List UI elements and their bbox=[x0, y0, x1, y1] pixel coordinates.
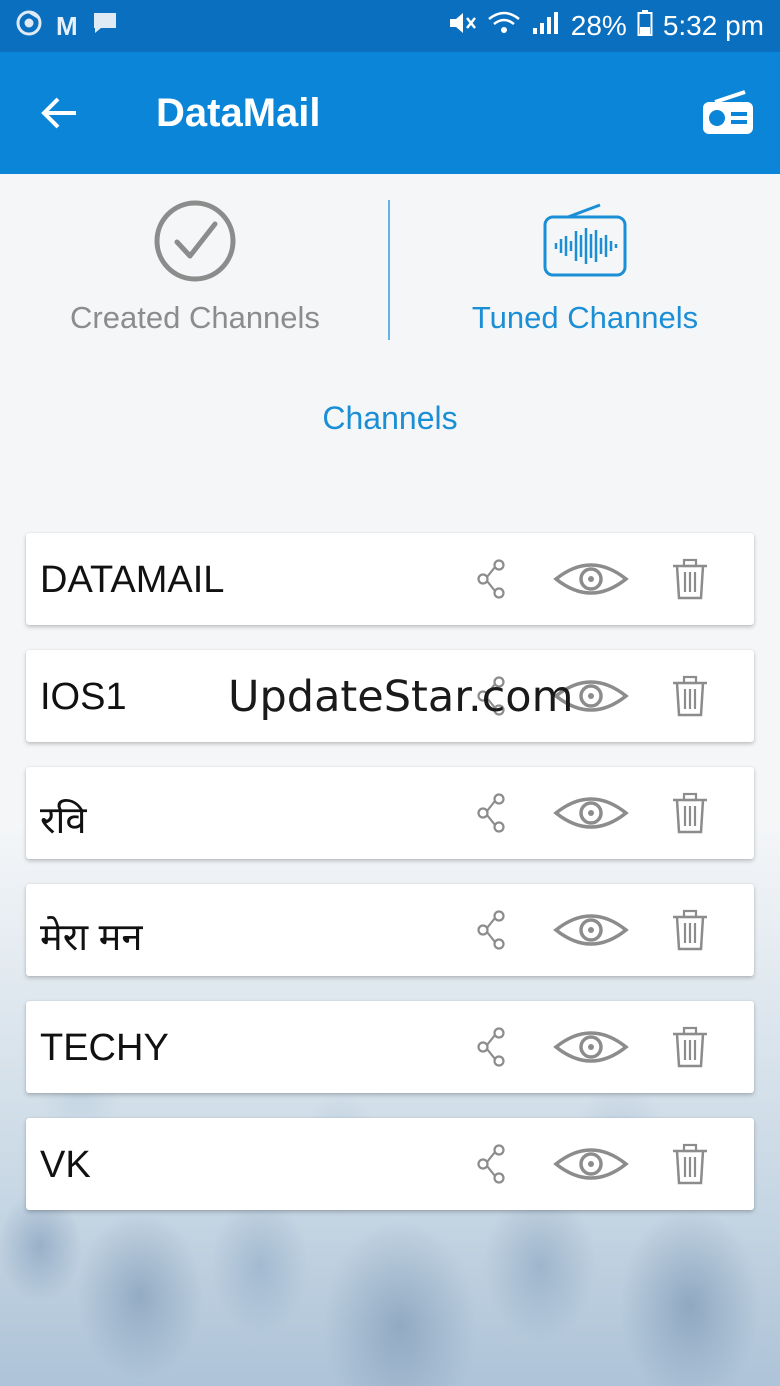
message-icon bbox=[92, 11, 118, 42]
share-button[interactable] bbox=[472, 787, 512, 839]
back-button[interactable] bbox=[30, 83, 90, 143]
m-icon: M bbox=[56, 10, 78, 41]
channels-header: Channels bbox=[0, 362, 780, 476]
trash-icon bbox=[673, 792, 707, 834]
share-icon bbox=[477, 793, 505, 833]
view-button[interactable] bbox=[552, 787, 630, 839]
status-bar: M 28% 5:32 pm bbox=[0, 0, 780, 52]
wifi-icon bbox=[487, 10, 521, 43]
delete-button[interactable] bbox=[666, 787, 714, 839]
channel-list: DATAMAIL IOS1 रवि मेरा मन TECHY VK bbox=[26, 533, 754, 1235]
share-icon bbox=[477, 910, 505, 950]
channel-name: रवि bbox=[40, 800, 87, 842]
eye-icon bbox=[553, 797, 629, 829]
tab-label: Created Channels bbox=[70, 300, 320, 335]
channel-row[interactable]: TECHY bbox=[26, 1001, 754, 1093]
page-title: DataMail bbox=[156, 90, 321, 135]
view-button[interactable] bbox=[552, 553, 630, 605]
eye-icon bbox=[553, 1148, 629, 1180]
share-icon bbox=[477, 559, 505, 599]
channel-name: IOS1 bbox=[40, 676, 127, 718]
share-button[interactable] bbox=[472, 553, 512, 605]
delete-button[interactable] bbox=[666, 1021, 714, 1073]
radio-wave-icon bbox=[543, 203, 627, 277]
trash-icon bbox=[673, 558, 707, 600]
channel-row[interactable]: DATAMAIL bbox=[26, 533, 754, 625]
channel-row[interactable]: रवि bbox=[26, 767, 754, 859]
channel-name: TECHY bbox=[40, 1027, 169, 1069]
tab-divider bbox=[388, 200, 390, 340]
share-icon bbox=[477, 1027, 505, 1067]
view-button[interactable] bbox=[552, 1021, 630, 1073]
battery-percent: 28% bbox=[570, 10, 627, 41]
share-button[interactable] bbox=[472, 904, 512, 956]
share-button[interactable] bbox=[472, 1021, 512, 1073]
watermark-text: UpdateStar.com bbox=[228, 672, 574, 722]
tab-tuned-channels[interactable]: Tuned Channels bbox=[390, 196, 780, 346]
eye-icon bbox=[553, 563, 629, 595]
share-button[interactable] bbox=[472, 1138, 512, 1190]
trash-icon bbox=[673, 909, 707, 951]
check-circle-icon bbox=[154, 200, 236, 282]
trash-icon bbox=[673, 1143, 707, 1185]
delete-button[interactable] bbox=[666, 1138, 714, 1190]
signal-icon bbox=[531, 10, 561, 43]
app-bar: DataMail bbox=[0, 52, 780, 174]
radio-icon bbox=[703, 90, 753, 134]
channel-row[interactable]: VK bbox=[26, 1118, 754, 1210]
eye-icon bbox=[553, 914, 629, 946]
chrome-icon bbox=[16, 10, 42, 43]
battery-icon bbox=[637, 9, 653, 44]
view-button[interactable] bbox=[552, 1138, 630, 1190]
back-arrow-icon bbox=[41, 97, 76, 129]
mute-icon bbox=[447, 10, 477, 43]
radio-button[interactable] bbox=[700, 89, 756, 137]
view-button[interactable] bbox=[552, 904, 630, 956]
trash-icon bbox=[673, 1026, 707, 1068]
tab-created-channels[interactable]: Created Channels bbox=[0, 196, 390, 346]
tab-label: Tuned Channels bbox=[471, 300, 699, 335]
clock: 5:32 pm bbox=[662, 10, 764, 41]
channel-tabs: Created Channels Tuned Channels bbox=[0, 196, 780, 346]
channel-name: मेरा मन bbox=[40, 917, 143, 959]
delete-button[interactable] bbox=[666, 670, 714, 722]
channel-name: VK bbox=[40, 1144, 91, 1186]
channel-row[interactable]: मेरा मन bbox=[26, 884, 754, 976]
channel-name: DATAMAIL bbox=[40, 559, 225, 601]
waveform-right-decoration bbox=[492, 369, 720, 469]
share-icon bbox=[477, 1144, 505, 1184]
delete-button[interactable] bbox=[666, 553, 714, 605]
eye-icon bbox=[553, 1031, 629, 1063]
trash-icon bbox=[673, 675, 707, 717]
delete-button[interactable] bbox=[666, 904, 714, 956]
